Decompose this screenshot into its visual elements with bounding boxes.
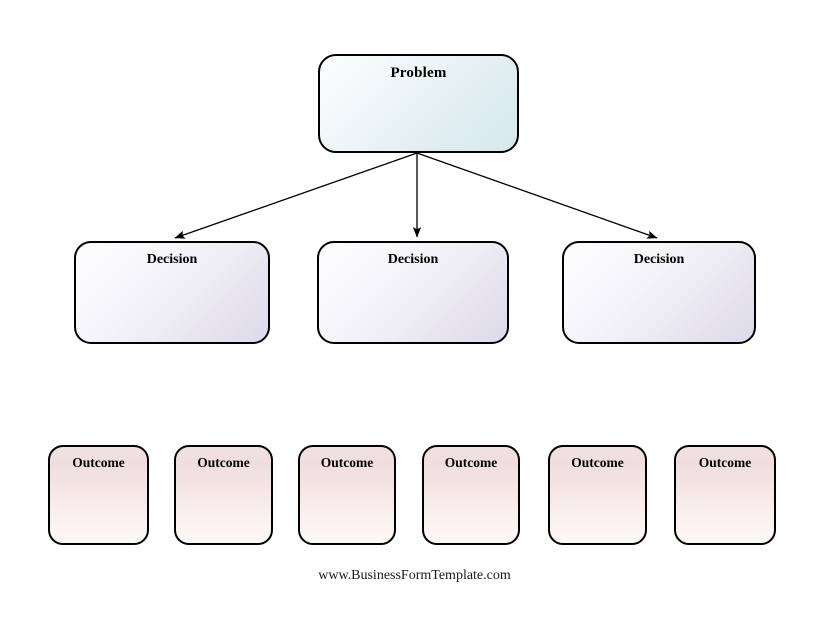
footer-credit: www.BusinessFormTemplate.com [318, 568, 511, 583]
decision-tree-diagram: Problem Decision Decision Decision Outco… [0, 0, 829, 640]
node-outcome-1-label: Outcome [72, 455, 125, 470]
node-decision-1[interactable]: Decision [74, 241, 270, 344]
node-decision-2-label: Decision [387, 252, 439, 267]
node-outcome-2-label: Outcome [197, 455, 250, 470]
node-problem-label: Problem [390, 65, 447, 81]
node-problem[interactable]: Problem [318, 54, 519, 153]
node-outcome-5[interactable]: Outcome [548, 445, 647, 545]
node-outcome-5-label: Outcome [571, 455, 624, 470]
node-outcome-3-label: Outcome [320, 455, 374, 470]
node-outcome-2[interactable]: Outcome [174, 445, 273, 545]
arrow-problem-to-decision-1 [174, 152, 418, 239]
node-outcome-6[interactable]: Outcome [674, 445, 776, 545]
node-decision-1-label: Decision [146, 252, 198, 267]
node-outcome-1[interactable]: Outcome [48, 445, 149, 545]
node-decision-3-label: Decision [633, 252, 685, 267]
arrow-problem-to-decision-3 [416, 152, 658, 239]
node-outcome-4-label: Outcome [444, 455, 498, 470]
node-outcome-3[interactable]: Outcome [298, 445, 396, 545]
node-outcome-4[interactable]: Outcome [422, 445, 520, 545]
node-decision-3[interactable]: Decision [562, 241, 756, 344]
node-outcome-6-label: Outcome [698, 455, 752, 470]
node-decision-2[interactable]: Decision [317, 241, 509, 344]
